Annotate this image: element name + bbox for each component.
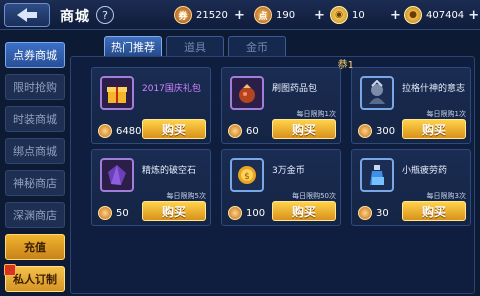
add-currency-button[interactable]: + [314,8,325,23]
potion-bag-icon [230,76,264,110]
price-coin-icon [228,124,242,138]
private-custom-label: 私人订制 [13,273,57,286]
sidebar-item-flash-sale[interactable]: 限时抢购 [5,74,65,100]
sidebar: 点券商城 限时抢购 时装商城 绑点商城 神秘商店 深渊商店 充值 私人订制 [0,36,68,296]
currency-gold-coin: ● 407404 + [404,5,479,25]
price-value: 60 [246,125,259,137]
svg-text:$: $ [244,172,250,182]
price-value: 6480 [116,125,142,137]
currency-diamond-bag: 点 190 + [254,5,325,25]
price-value: 30 [376,207,389,219]
purchase-limit: 每日限购1次 [296,110,336,118]
price-value: 50 [116,207,129,219]
currency-coin-bag: 券 21520 + [174,5,245,25]
price-coin-icon [358,124,372,138]
gold-coin-icon: ● [404,6,422,24]
tab-gold[interactable]: 金币 [228,36,286,56]
sidebar-item-bound-points-mall[interactable]: 绑点商城 [5,138,65,164]
currency-value: 21520 [196,9,228,21]
back-arrow-icon [17,8,37,22]
gold-coin-pile-icon: $ [230,158,264,192]
item-name: 3万金币 [272,166,305,176]
purchase-limit: 每日限购1次 [426,110,466,118]
item-name: 精炼的破空石 [142,166,197,176]
sidebar-item-voucher-mall[interactable]: 点券商城 [5,42,65,68]
price-coin-icon [98,124,112,138]
sidebar-item-mystery-shop[interactable]: 神秘商店 [5,170,65,196]
god-will-icon [360,76,394,110]
price-value: 100 [246,207,266,219]
product-card: 拉格什神的意志 每日限购1次 300 购买 [351,67,471,144]
void-stone-icon [100,158,134,192]
gold-ticket-icon: ◉ [330,6,348,24]
price-coin-icon [228,206,242,220]
main-area: 热门推荐 道具 金币 恭1 2017国庆礼包 6480 购买 刷图药品包 每日限… [70,36,475,294]
buy-button[interactable]: 购买 [142,119,206,139]
price: 300 [358,124,395,138]
purchase-limit: 每日限购3次 [426,192,466,200]
price-coin-icon [98,206,112,220]
new-flag-icon [4,264,16,276]
sidebar-item-abyss-shop[interactable]: 深渊商店 [5,202,65,228]
tab-hot[interactable]: 热门推荐 [104,36,162,56]
product-panel: 恭1 2017国庆礼包 6480 购买 刷图药品包 每日限购1次 60 购买 拉… [70,56,475,294]
tab-bar: 热门推荐 道具 金币 [104,36,290,56]
diamond-bag-icon: 点 [254,6,272,24]
currency-value: 190 [276,9,296,21]
recharge-button[interactable]: 充值 [5,234,65,260]
price: 100 [228,206,265,220]
item-name: 2017国庆礼包 [142,84,201,94]
private-custom-button[interactable]: 私人订制 [4,264,65,292]
price-value: 300 [376,125,396,137]
buy-button[interactable]: 购买 [272,119,336,139]
back-button[interactable] [4,3,50,27]
purchase-limit: 每日限购50次 [292,192,336,200]
coin-bag-icon: 券 [174,6,192,24]
price-coin-icon [358,206,372,220]
currency-value: 10 [352,9,365,21]
product-card: 刷图药品包 每日限购1次 60 购买 [221,67,341,144]
gift-box-icon [100,76,134,110]
add-currency-button[interactable]: + [234,8,245,23]
price: 50 [98,206,129,220]
currency-value: 407404 [426,9,465,21]
top-bar: 商城 ? 券 21520 + 点 190 + ◉ 10 + ● 407404 + [0,0,480,30]
page-title: 商城 [60,9,90,25]
product-card: $ 3万金币 每日限购50次 100 购买 [221,149,341,226]
sidebar-item-fashion-mall[interactable]: 时装商城 [5,106,65,132]
price: 30 [358,206,389,220]
item-name: 拉格什神的意志 [402,84,466,94]
item-name: 刷图药品包 [272,84,318,94]
price: 6480 [98,124,141,138]
fatigue-potion-icon [360,158,394,192]
price: 60 [228,124,259,138]
product-card: 精炼的破空石 每日限购5次 50 购买 [91,149,211,226]
add-currency-button[interactable]: + [390,8,401,23]
currency-gold-ticket: ◉ 10 + [330,5,401,25]
purchase-limit: 每日限购5次 [166,192,206,200]
buy-button[interactable]: 购买 [142,201,206,221]
add-currency-button[interactable]: + [468,8,479,23]
item-name: 小瓶疲劳药 [402,166,448,176]
buy-button[interactable]: 购买 [402,119,466,139]
help-button[interactable]: ? [96,6,114,24]
tab-items[interactable]: 道具 [166,36,224,56]
product-card: 2017国庆礼包 6480 购买 [91,67,211,144]
product-card: 小瓶疲劳药 每日限购3次 30 购买 [351,149,471,226]
buy-button[interactable]: 购买 [402,201,466,221]
buy-button[interactable]: 购买 [272,201,336,221]
